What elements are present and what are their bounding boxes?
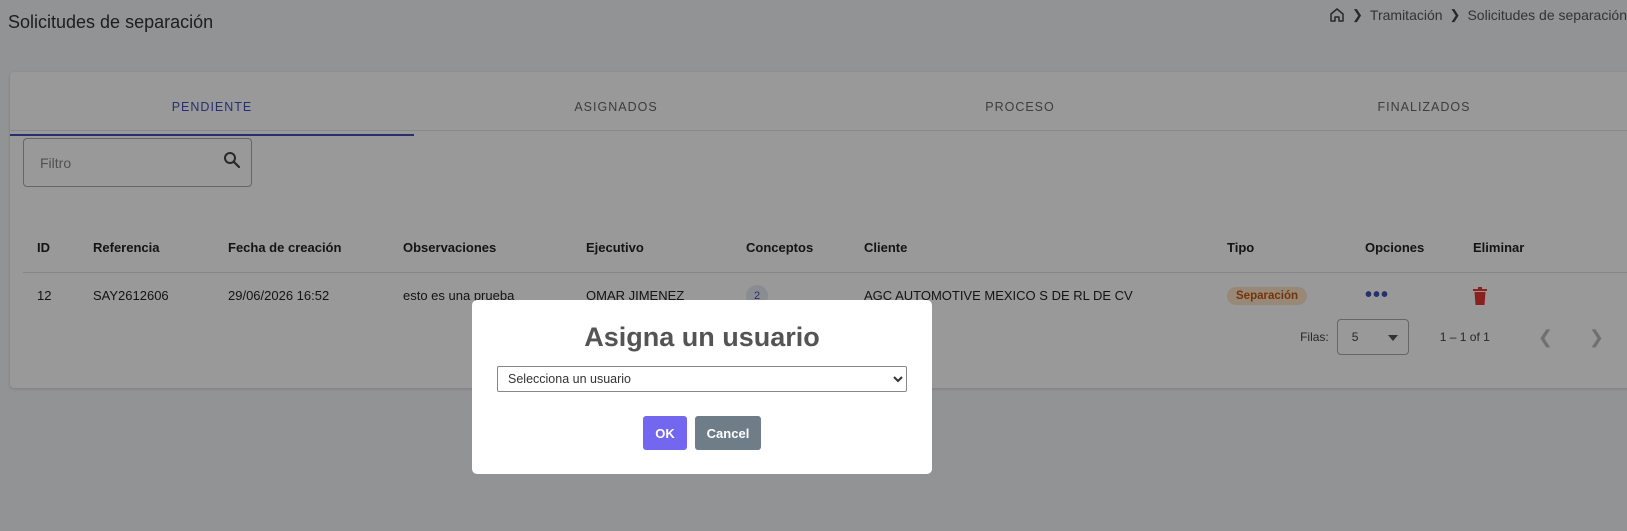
cancel-button[interactable]: Cancel	[695, 416, 761, 450]
dialog-actions: OK Cancel	[472, 416, 932, 450]
dialog-title: Asigna un usuario	[584, 322, 820, 352]
ok-button[interactable]: OK	[643, 416, 687, 450]
assign-user-dialog: Asigna un usuario Selecciona un usuario …	[472, 300, 932, 474]
user-select[interactable]: Selecciona un usuario	[497, 366, 907, 392]
